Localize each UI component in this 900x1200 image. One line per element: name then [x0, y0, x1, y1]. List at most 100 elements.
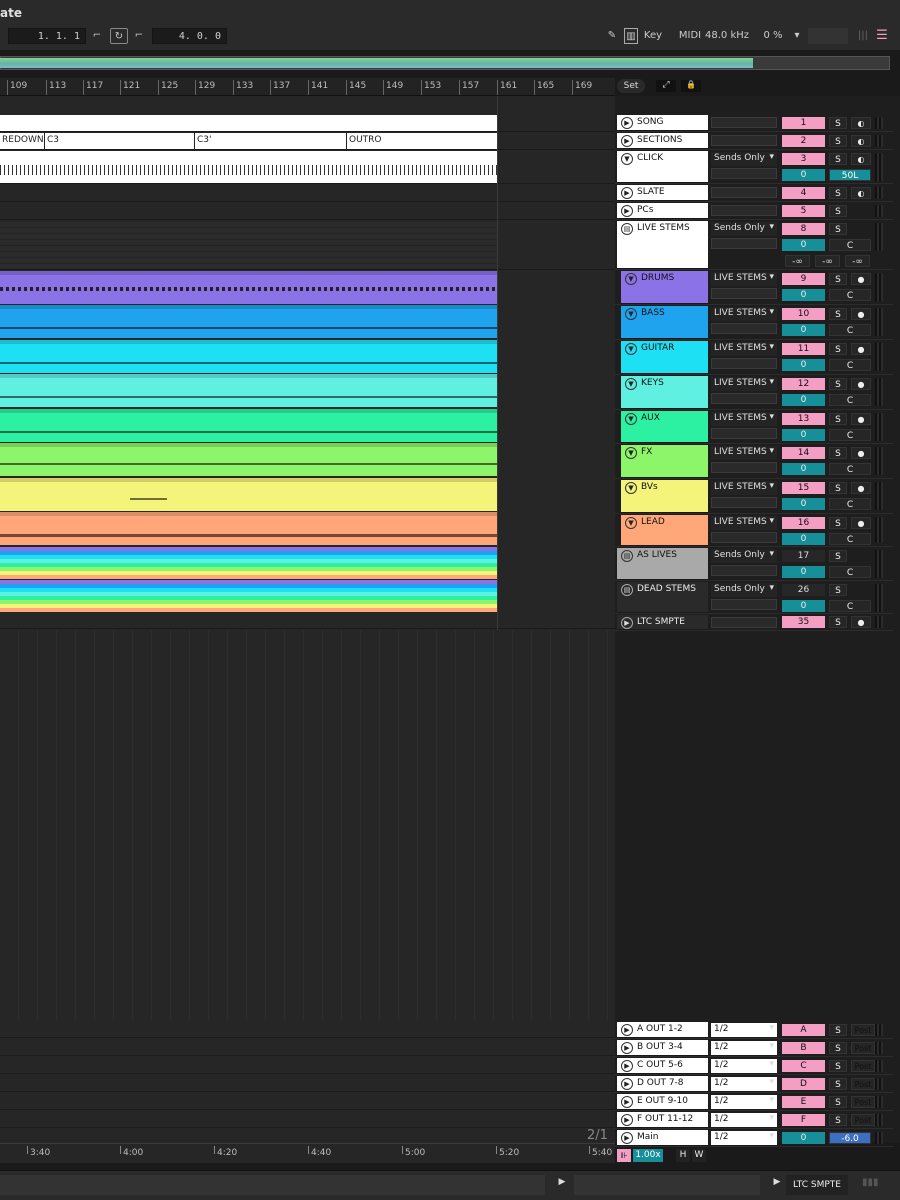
- track-header-dead-stems[interactable]: ▤ DEAD STEMS Sends Only 26 S 0 C: [615, 581, 893, 614]
- return-name[interactable]: ▶ B OUT 3-4: [617, 1040, 708, 1056]
- track-fold-icon[interactable]: ▼: [625, 482, 637, 494]
- return-lanes[interactable]: [0, 1020, 615, 1143]
- solo-button[interactable]: S: [829, 1042, 847, 1054]
- return-name[interactable]: ▶ F OUT 11-12: [617, 1112, 708, 1128]
- output-dropdown[interactable]: 1/2: [711, 1077, 777, 1091]
- clip-guitar[interactable]: [0, 340, 497, 373]
- return-track-a[interactable]: ▶ A OUT 1-2 1/2 A S Post: [615, 1021, 893, 1039]
- clip-dead-stems[interactable]: [0, 580, 497, 612]
- arm-button[interactable]: ●: [851, 378, 871, 390]
- return-activator[interactable]: C: [782, 1060, 825, 1072]
- return-activator[interactable]: B: [782, 1042, 825, 1054]
- clip-keys[interactable]: [0, 374, 497, 407]
- output-dropdown[interactable]: 1/2: [711, 1023, 777, 1037]
- draw-mode-icon[interactable]: ✎: [605, 28, 619, 44]
- post-button[interactable]: Post: [851, 1042, 875, 1054]
- track-activator[interactable]: 3: [782, 153, 825, 165]
- send-b-field[interactable]: -∞: [815, 255, 840, 267]
- volume-field[interactable]: 0: [782, 566, 825, 578]
- clip-aux[interactable]: [0, 409, 497, 442]
- volume-field[interactable]: 0: [782, 463, 825, 475]
- track-header-sections[interactable]: ▶ SECTIONS 2 S ◐: [615, 132, 893, 150]
- track-play-icon[interactable]: ▶: [621, 1042, 633, 1054]
- main-db-field[interactable]: -6.0: [829, 1132, 871, 1144]
- solo-button[interactable]: S: [829, 1114, 847, 1126]
- routing-dropdown[interactable]: LIVE STEMS: [711, 481, 777, 495]
- pan-field[interactable]: C: [829, 324, 871, 336]
- routing-box[interactable]: [711, 135, 777, 146]
- track-name-live-stems[interactable]: ▤ LIVE STEMS: [617, 221, 708, 269]
- track-fold-icon[interactable]: ▼: [625, 343, 637, 355]
- track-name-guitar[interactable]: ▼ GUITAR: [621, 341, 708, 374]
- time-ruler[interactable]: 3:40 4:00 4:20 4:40 5:00 5:20 5:40: [0, 1143, 615, 1163]
- routing-box[interactable]: [711, 117, 777, 128]
- pan-field[interactable]: C: [829, 463, 871, 475]
- output-dropdown[interactable]: 1/2: [711, 1131, 777, 1145]
- solo-button[interactable]: S: [829, 1024, 847, 1036]
- punch-out-icon[interactable]: ⌐: [130, 28, 148, 44]
- loop-icon[interactable]: ↻: [110, 28, 128, 44]
- pan-field[interactable]: C: [829, 359, 871, 371]
- solo-button[interactable]: S: [829, 1060, 847, 1072]
- track-fold-icon[interactable]: ▼: [625, 517, 637, 529]
- arm-button[interactable]: ●: [851, 447, 871, 459]
- monitor-button[interactable]: ◐: [851, 135, 871, 147]
- clip-song[interactable]: [0, 115, 497, 131]
- volume-field[interactable]: 0: [782, 289, 825, 301]
- routing-box[interactable]: [711, 205, 777, 216]
- track-header-drums[interactable]: ▼ DRUMS LIVE STEMS 9 S ● 0 C: [615, 270, 893, 305]
- track-activator[interactable]: 9: [782, 273, 825, 285]
- selected-track-label[interactable]: LTC SMPTE: [786, 1175, 848, 1195]
- clip-bass[interactable]: [0, 305, 497, 338]
- output-dropdown[interactable]: 1/2: [711, 1059, 777, 1073]
- output-dropdown[interactable]: 1/2: [711, 1113, 777, 1127]
- routing-dropdown[interactable]: Sends Only: [711, 549, 777, 563]
- return-track-d[interactable]: ▶ D OUT 7-8 1/2 D S Post: [615, 1075, 893, 1093]
- empty-track-area[interactable]: [0, 630, 615, 1020]
- midi-map-button[interactable]: MIDI: [676, 28, 704, 44]
- solo-button[interactable]: S: [829, 223, 847, 235]
- track-play-icon[interactable]: ▶: [621, 117, 633, 129]
- solo-button[interactable]: S: [829, 550, 847, 562]
- track-play-icon[interactable]: ▶: [621, 1096, 633, 1108]
- post-button[interactable]: Post: [851, 1114, 875, 1126]
- track-fold-icon[interactable]: ▼: [625, 378, 637, 390]
- width-toggle-button[interactable]: W: [692, 1149, 706, 1162]
- track-fold-icon[interactable]: ▼: [625, 273, 637, 285]
- track-header-bvs[interactable]: ▼ BVs LIVE STEMS 15 S ● 0 C: [615, 479, 893, 514]
- track-play-icon[interactable]: ▶: [621, 205, 633, 217]
- output-dropdown[interactable]: 1/2: [711, 1041, 777, 1055]
- punch-in-icon[interactable]: ⌐: [88, 28, 106, 44]
- track-header-click[interactable]: ▼ CLICK Sends Only 3 S ◐ 0 50L: [615, 150, 893, 184]
- track-activator[interactable]: 17: [782, 550, 825, 562]
- monitor-button[interactable]: ◐: [851, 153, 871, 165]
- track-activator[interactable]: 15: [782, 482, 825, 494]
- arm-button[interactable]: ●: [851, 273, 871, 285]
- track-header-fx[interactable]: ▼ FX LIVE STEMS 14 S ● 0 C: [615, 444, 893, 479]
- routing-box[interactable]: [711, 288, 777, 299]
- routing-box[interactable]: [711, 565, 777, 576]
- track-play-icon[interactable]: ▶: [621, 617, 633, 629]
- track-header-ltc-smpte[interactable]: ▶ LTC SMPTE 35 S ●: [615, 614, 893, 631]
- browser-toggle-icon[interactable]: |||: [855, 28, 871, 44]
- routing-box[interactable]: [711, 168, 777, 179]
- track-activator[interactable]: 1: [782, 117, 825, 129]
- track-name-click[interactable]: ▼ CLICK: [617, 151, 708, 183]
- arm-button[interactable]: ●: [851, 308, 871, 320]
- track-name-sections[interactable]: ▶ SECTIONS: [617, 133, 708, 149]
- playback-speed-field[interactable]: 1.00x: [633, 1149, 663, 1162]
- volume-field[interactable]: 0: [782, 169, 825, 181]
- track-header-song[interactable]: ▶ SONG 1 S ◐: [615, 114, 893, 132]
- return-track-e[interactable]: ▶ E OUT 9-10 1/2 E S Post: [615, 1093, 893, 1111]
- monitor-button[interactable]: ◐: [851, 117, 871, 129]
- return-activator[interactable]: E: [782, 1096, 825, 1108]
- solo-button[interactable]: S: [829, 616, 847, 628]
- overview-visible-region[interactable]: [0, 58, 753, 68]
- solo-button[interactable]: S: [829, 153, 847, 165]
- track-lane-slate[interactable]: [0, 184, 615, 202]
- routing-dropdown[interactable]: Sends Only: [711, 222, 777, 236]
- routing-dropdown[interactable]: LIVE STEMS: [711, 342, 777, 356]
- pan-field[interactable]: 50L: [829, 169, 871, 181]
- routing-box[interactable]: [711, 617, 777, 628]
- volume-field[interactable]: 0: [782, 239, 825, 251]
